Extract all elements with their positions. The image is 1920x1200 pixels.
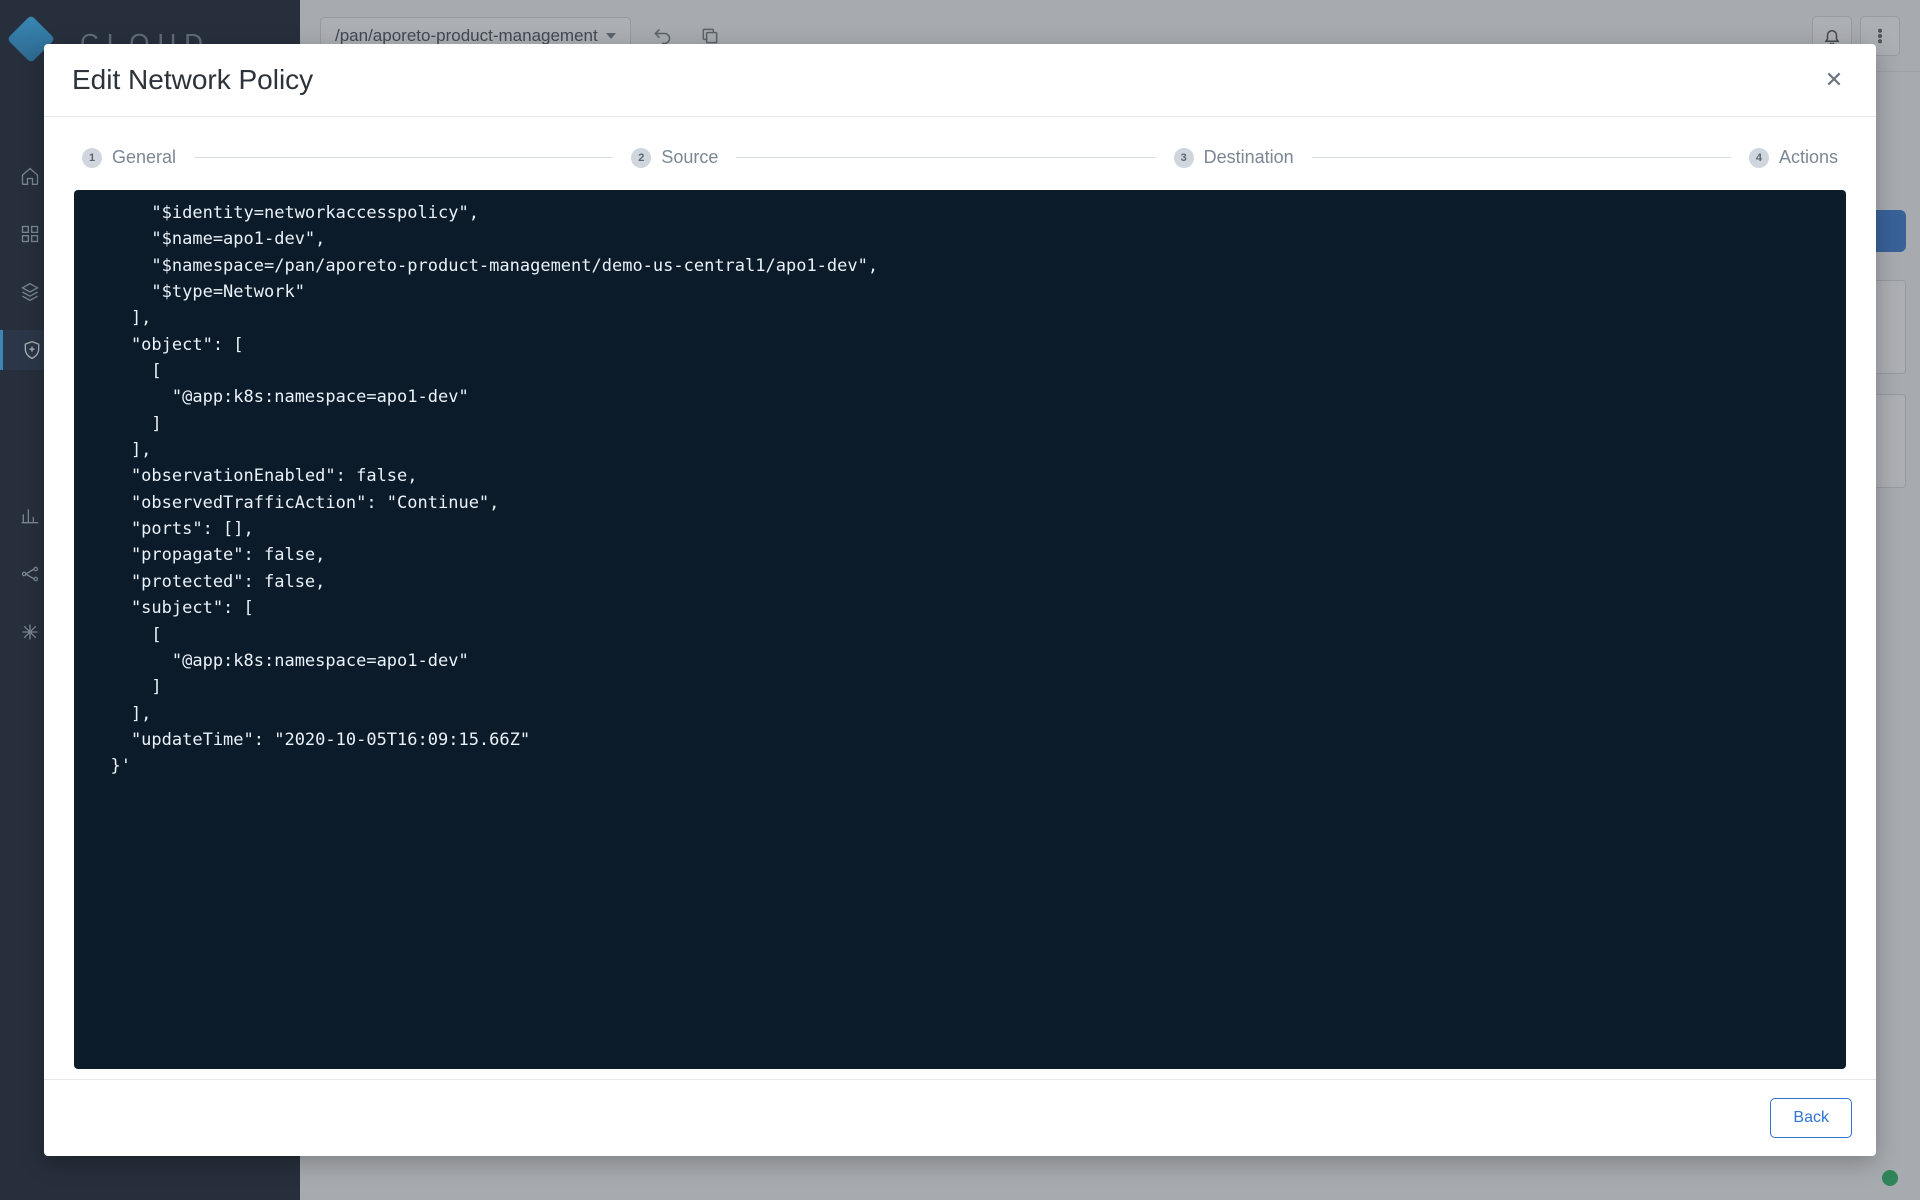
step-label: Source [661, 147, 718, 168]
policy-json-code[interactable]: "$identity=networkaccesspolicy", "$name=… [74, 190, 1846, 1069]
step-divider [1312, 157, 1731, 158]
step-destination[interactable]: 3 Destination [1174, 147, 1294, 168]
step-badge: 1 [82, 148, 102, 168]
back-button[interactable]: Back [1770, 1098, 1852, 1138]
step-badge: 2 [631, 148, 651, 168]
stepper: 1 General 2 Source 3 Destination 4 Actio… [74, 141, 1846, 190]
step-actions[interactable]: 4 Actions [1749, 147, 1838, 168]
modal-title: Edit Network Policy [72, 64, 313, 96]
modal-header: Edit Network Policy ✕ [44, 44, 1876, 117]
step-label: Actions [1779, 147, 1838, 168]
modal-body: 1 General 2 Source 3 Destination 4 Actio… [44, 117, 1876, 1079]
code-wrap: "$identity=networkaccesspolicy", "$name=… [74, 190, 1846, 1079]
step-label: General [112, 147, 176, 168]
step-divider [194, 157, 613, 158]
close-button[interactable]: ✕ [1820, 66, 1848, 94]
step-source[interactable]: 2 Source [631, 147, 718, 168]
step-divider [736, 157, 1155, 158]
close-icon: ✕ [1825, 67, 1843, 93]
edit-network-policy-modal: Edit Network Policy ✕ 1 General 2 Source… [44, 44, 1876, 1156]
step-badge: 3 [1174, 148, 1194, 168]
step-label: Destination [1204, 147, 1294, 168]
modal-footer: Back [44, 1079, 1876, 1156]
step-general[interactable]: 1 General [82, 147, 176, 168]
step-badge: 4 [1749, 148, 1769, 168]
